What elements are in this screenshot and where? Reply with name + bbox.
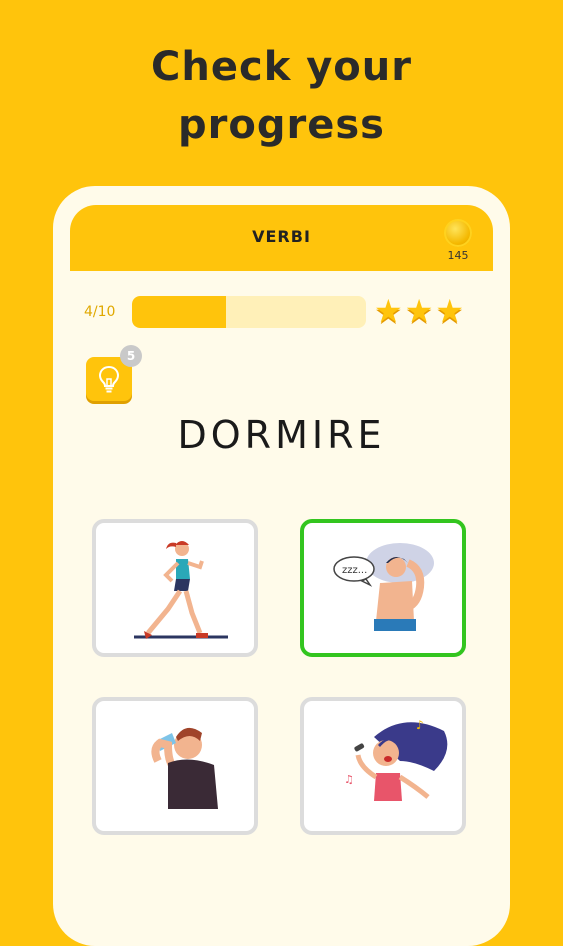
coin-icon[interactable]	[444, 219, 472, 247]
progress-fill	[132, 296, 226, 328]
top-bar: VERBI 145	[70, 205, 493, 271]
progress-bar	[132, 296, 366, 328]
sleep-bubble-text: zzz...	[342, 565, 367, 576]
coin-count: 145	[447, 249, 469, 262]
app-screen: VERBI 145 4/10 ★ ★ ★ 5 DORMIRE zzz... ♪ …	[70, 205, 493, 905]
lightbulb-icon	[98, 365, 120, 393]
answer-card-sleeping[interactable]: zzz...	[300, 519, 466, 657]
answer-card-singing[interactable]: ♪ ♫	[300, 697, 466, 835]
woman-singing-illustration: ♪ ♫	[344, 718, 448, 801]
category-title: VERBI	[252, 227, 311, 246]
star-icon: ★	[404, 292, 434, 330]
star-rating: ★ ★ ★	[374, 294, 464, 328]
music-note-icon: ♫	[344, 773, 354, 786]
promo-headline-line2: progress	[178, 102, 385, 148]
man-drinking-illustration	[151, 727, 218, 809]
promo-headline-line1: Check your	[151, 44, 412, 90]
sleeping-man-illustration: zzz...	[333, 543, 434, 631]
running-woman-illustration	[134, 541, 228, 639]
star-icon: ★	[435, 292, 465, 330]
progress-label: 4/10	[84, 304, 116, 320]
answer-card-running[interactable]	[92, 519, 258, 657]
hint-count-badge: 5	[120, 345, 142, 367]
question-word: DORMIRE	[177, 413, 386, 457]
music-note-icon: ♪	[416, 718, 424, 732]
star-icon: ★	[374, 292, 403, 330]
answer-card-drinking[interactable]	[92, 697, 258, 835]
promo-headline: Check your progress	[0, 38, 563, 154]
